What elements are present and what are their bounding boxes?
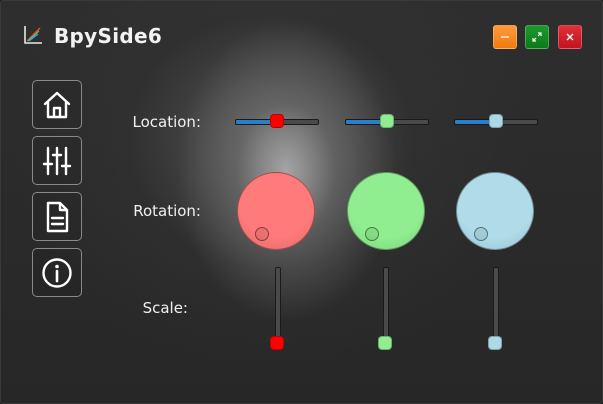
scale-slider-green[interactable] [378,267,392,351]
home-icon [43,91,71,118]
rotation-dial-green[interactable] [347,172,425,250]
location-label: Location: [132,113,202,131]
dial-notch [365,227,379,241]
chart-logo-icon [24,26,42,44]
minimize-button[interactable] [493,25,517,49]
scale-slider-red[interactable] [270,267,284,351]
scale-label: Scale: [142,299,188,317]
sliders-icon [42,146,72,175]
slider-handle[interactable] [270,114,284,128]
location-slider-red[interactable] [235,114,319,128]
maximize-icon [532,32,542,42]
slider-track [383,267,389,345]
slider-handle[interactable] [378,336,392,350]
info-icon [42,257,72,288]
slider-track [493,267,499,345]
app-title: BpySide6 [54,24,163,48]
sidebar-item-settings[interactable] [32,136,82,185]
maximize-button[interactable] [525,25,549,49]
rotation-label: Rotation: [133,202,201,220]
slider-handle[interactable] [270,336,284,350]
title-bar[interactable]: BpySide6 [1,1,602,71]
rotation-dial-red[interactable] [237,172,315,250]
close-button[interactable] [558,25,582,49]
minimize-icon [501,36,509,38]
sidebar-item-info[interactable] [32,248,82,297]
slider-handle[interactable] [488,336,502,350]
close-icon [566,33,574,41]
scale-slider-blue[interactable] [488,267,502,351]
sidebar-item-home[interactable] [32,80,82,129]
sidebar-item-document[interactable] [32,192,82,241]
location-slider-green[interactable] [345,114,429,128]
document-icon [46,201,69,232]
slider-track [275,267,281,345]
location-slider-blue[interactable] [454,114,538,128]
rotation-dial-blue[interactable] [456,172,534,250]
main-window: BpySide6 Location: Rotation: Scale: [0,0,603,404]
slider-handle[interactable] [489,114,503,128]
dial-notch [255,227,269,241]
slider-handle[interactable] [380,114,394,128]
dial-notch [474,227,488,241]
